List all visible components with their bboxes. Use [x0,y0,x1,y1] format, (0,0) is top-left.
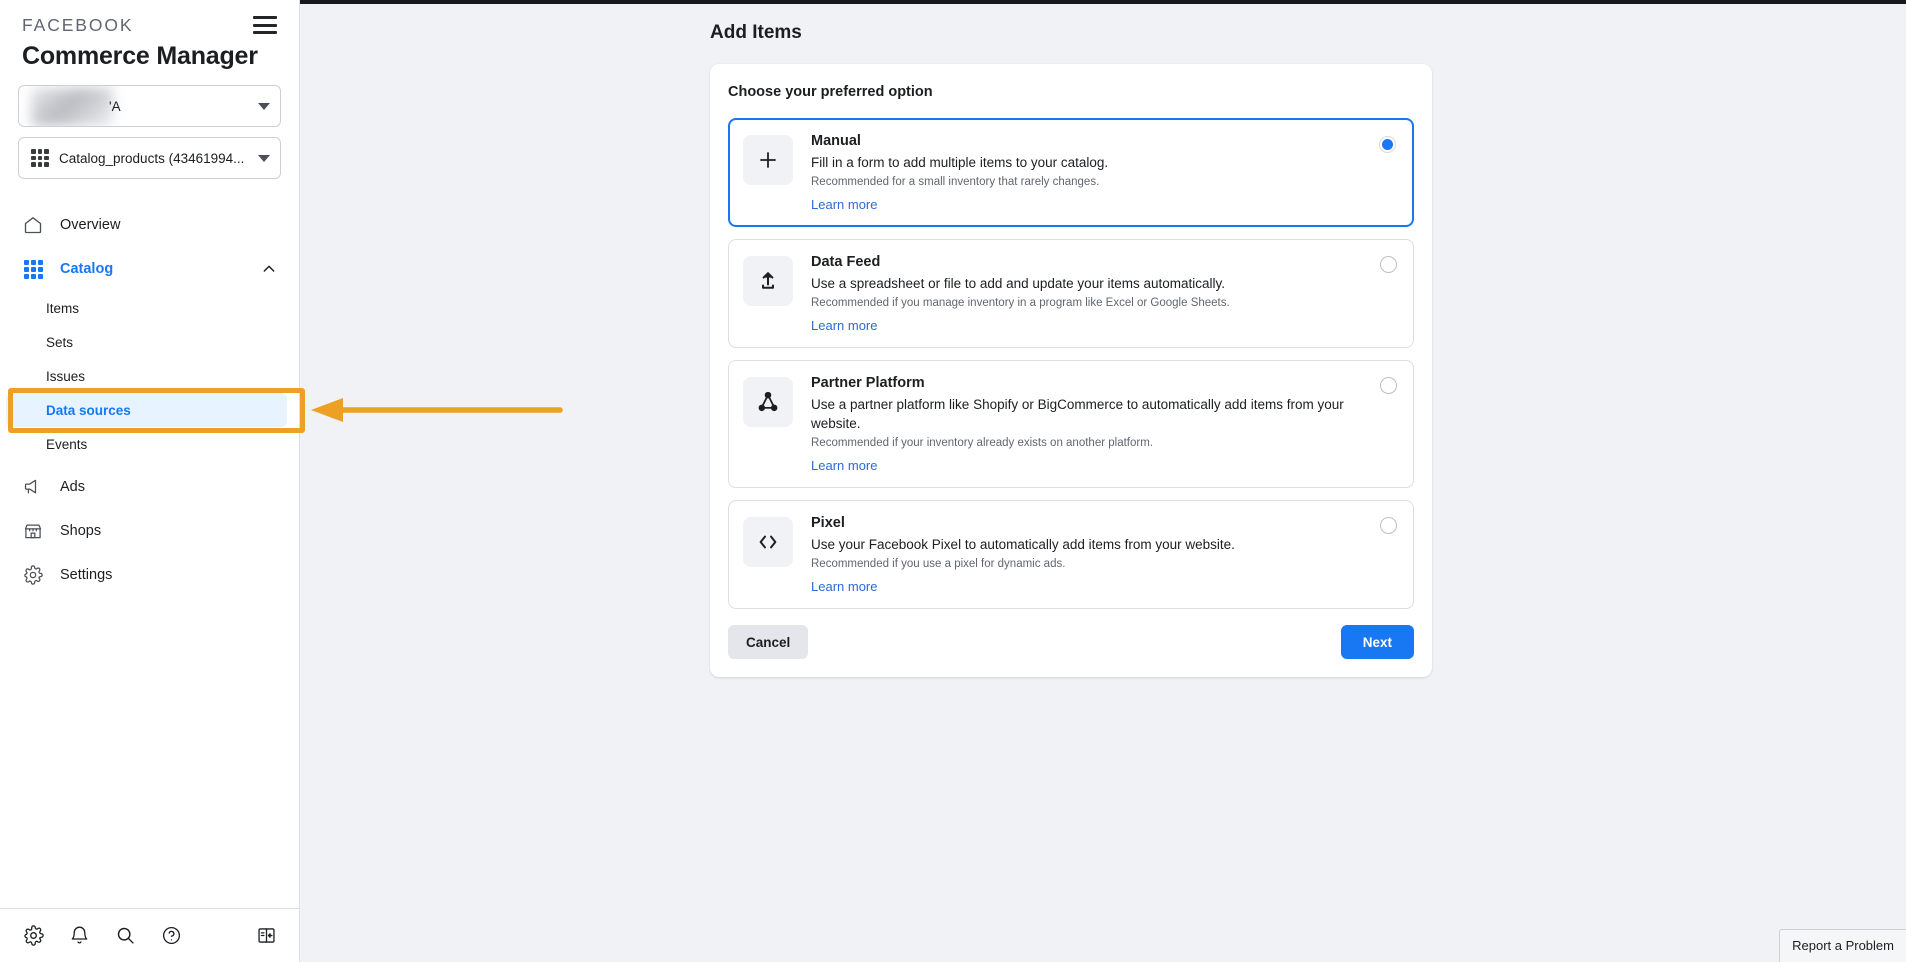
option-title: Data Feed [811,254,881,270]
option-data-feed[interactable]: Data Feed Use a spreadsheet or file to a… [728,239,1414,348]
hamburger-icon[interactable] [253,14,277,34]
option-body: Partner Platform Use a partner platform … [811,375,1397,473]
option-description: Use a partner platform like Shopify or B… [811,397,1344,431]
sidebar-item-sets[interactable]: Sets [0,325,299,359]
chevron-up-icon[interactable] [261,261,277,277]
option-radio-pixel[interactable] [1380,517,1397,534]
sidebar-item-label: Catalog [60,261,114,277]
option-body: Manual Fill in a form to add multiple it… [811,133,1397,212]
option-title: Manual [811,133,861,149]
learn-more-link[interactable]: Learn more [811,458,1357,473]
upload-icon [743,256,793,306]
next-button[interactable]: Next [1340,625,1414,659]
option-radio-data-feed[interactable] [1380,256,1397,273]
option-pixel[interactable]: Pixel Use your Facebook Pixel to automat… [728,500,1414,609]
sidebar-subitem-label: Events [46,436,88,452]
help-circle-icon[interactable] [158,923,184,949]
sidebar-footer [0,908,299,962]
option-recommendation: Recommended if you use a pixel for dynam… [811,558,1066,570]
option-body: Pixel Use your Facebook Pixel to automat… [811,515,1397,594]
option-partner-platform[interactable]: Partner Platform Use a partner platform … [728,360,1414,488]
bell-icon[interactable] [66,923,92,949]
sidebar-item-events[interactable]: Events [0,427,299,461]
add-items-card: Choose your preferred option Manual Fill… [710,64,1432,677]
catalog-selector-value: Catalog_products (43461994... [59,150,245,166]
cancel-button[interactable]: Cancel [728,625,809,659]
sidebar-subitem-label: Sets [46,334,74,350]
learn-more-link[interactable]: Learn more [811,318,1357,333]
sidebar-item-label: Settings [60,567,113,583]
gear-icon[interactable] [20,923,46,949]
option-description: Use a spreadsheet or file to add and upd… [811,276,1225,291]
sidebar: FACEBOOK Commerce Manager 'A Catalog_pro… [0,0,300,962]
option-title: Partner Platform [811,375,925,391]
gear-icon [22,564,44,586]
sidebar-header: FACEBOOK [0,0,299,36]
grid-icon [31,149,49,167]
collapse-panel-icon[interactable] [253,923,279,949]
plus-icon [743,135,793,185]
sidebar-item-data-sources[interactable]: Data sources [6,393,287,427]
home-icon [22,214,44,236]
code-brackets-icon [743,517,793,567]
avatar-blurred [31,88,113,126]
option-body: Data Feed Use a spreadsheet or file to a… [811,254,1397,333]
option-description: Use your Facebook Pixel to automatically… [811,537,1235,552]
sidebar-subitem-label: Data sources [46,402,131,418]
account-selector[interactable]: 'A [18,85,281,127]
card-heading: Choose your preferred option [728,84,933,100]
sidebar-item-overview[interactable]: Overview [0,203,299,247]
page-title: Add Items [710,22,802,43]
option-recommendation: Recommended if your inventory already ex… [811,437,1153,449]
search-icon[interactable] [112,923,138,949]
sidebar-item-items[interactable]: Items [0,291,299,325]
learn-more-link[interactable]: Learn more [811,579,1357,594]
app-root: FACEBOOK Commerce Manager 'A Catalog_pro… [0,0,1906,962]
sidebar-nav: Overview Catalog Items Sets Issues Data … [0,189,299,597]
account-selector-value: 'A [109,98,121,114]
sidebar-subitem-label: Issues [46,368,86,384]
card-actions: Cancel Next [728,625,1414,659]
sidebar-item-label: Overview [60,217,121,233]
option-radio-partner-platform[interactable] [1380,377,1397,394]
option-title: Pixel [811,515,845,531]
sidebar-item-ads[interactable]: Ads [0,465,299,509]
megaphone-icon [22,476,44,498]
chevron-down-icon [258,154,270,162]
sidebar-item-issues[interactable]: Issues [0,359,299,393]
storefront-icon [22,520,44,542]
option-description: Fill in a form to add multiple items to … [811,155,1109,170]
sidebar-item-catalog[interactable]: Catalog [0,247,299,291]
main-content: Add Items Choose your preferred option M… [300,0,1906,962]
grid-icon [22,258,44,280]
top-dark-strip [300,0,1906,4]
facebook-wordmark: FACEBOOK [22,15,134,35]
catalog-selector[interactable]: Catalog_products (43461994... [18,137,281,179]
network-nodes-icon [743,377,793,427]
option-manual[interactable]: Manual Fill in a form to add multiple it… [728,118,1414,227]
sidebar-item-settings[interactable]: Settings [0,553,299,597]
learn-more-link[interactable]: Learn more [811,197,1357,212]
page-title-commerce-manager: Commerce Manager [22,42,258,70]
sidebar-item-shops[interactable]: Shops [0,509,299,553]
sidebar-item-label: Ads [60,479,85,495]
sidebar-item-label: Shops [60,523,102,539]
option-recommendation: Recommended for a small inventory that r… [811,176,1100,188]
chevron-down-icon [258,102,270,110]
option-radio-manual[interactable] [1379,136,1396,153]
option-recommendation: Recommended if you manage inventory in a… [811,297,1230,309]
report-problem-button[interactable]: Report a Problem [1779,929,1906,962]
sidebar-subitem-label: Items [46,300,80,316]
